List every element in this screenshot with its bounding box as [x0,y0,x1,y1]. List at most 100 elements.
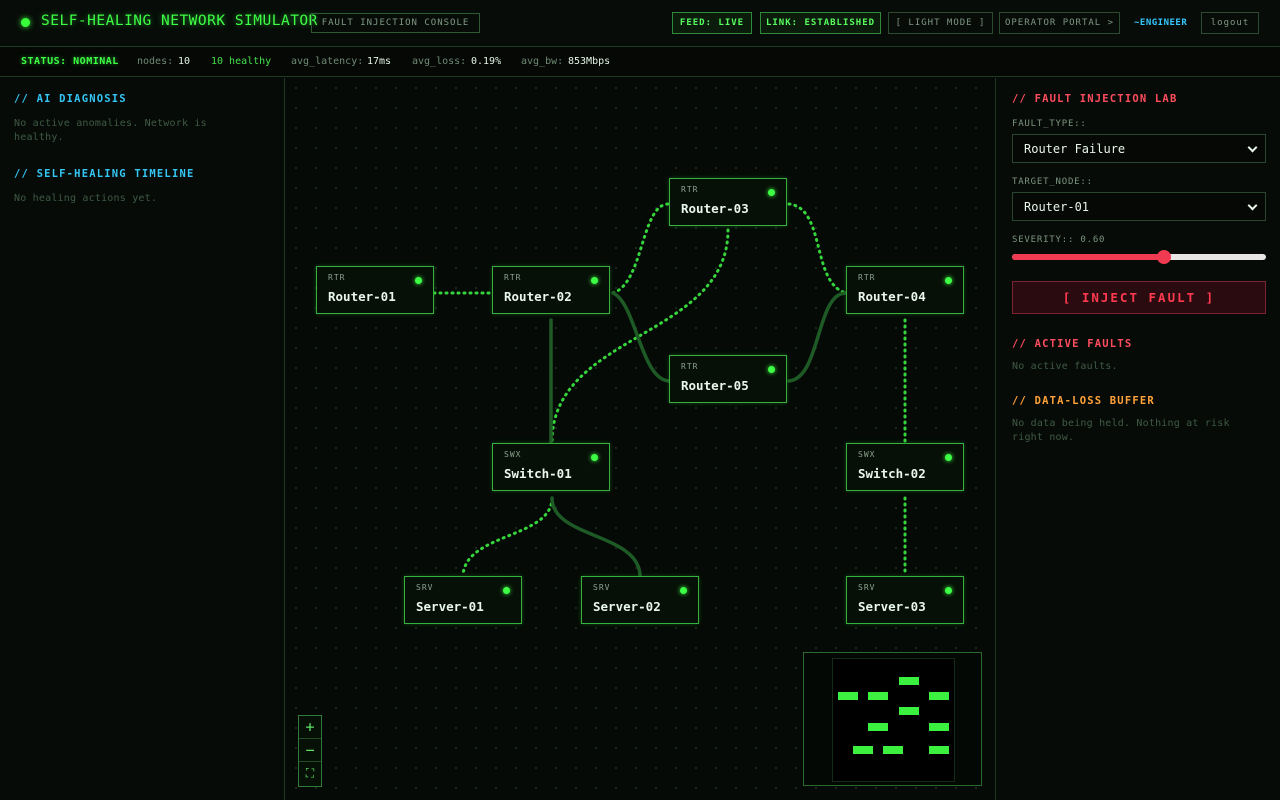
link-switch01-server01 [461,496,554,577]
node-server-03[interactable]: SRV Server-03 [846,576,964,624]
inject-fault-button[interactable]: [ INJECT FAULT ] [1012,281,1266,314]
health-dot-icon [415,277,422,284]
fault-type-select[interactable]: Router Failure [1012,134,1266,163]
node-name: Router-02 [504,289,572,304]
zoom-in-button[interactable]: + [299,716,321,739]
user-label: ~ENGINEER [1134,18,1188,28]
node-type: RTR [681,362,699,371]
zoom-controls: + − ⛶ [298,715,322,787]
node-type: RTR [681,185,699,194]
node-name: Server-01 [416,599,484,614]
node-type: RTR [328,273,346,282]
chevron-down-icon [1247,142,1258,153]
node-switch-01[interactable]: SWX Switch-01 [492,443,610,491]
node-name: Router-05 [681,378,749,393]
node-name: Server-02 [593,599,661,614]
node-name: Switch-02 [858,466,926,481]
node-name: Switch-01 [504,466,572,481]
bandwidth-value: 853Mbps [568,56,611,67]
minimap-node [929,723,949,731]
node-name: Server-03 [858,599,926,614]
link-status-button[interactable]: LINK: ESTABLISHED [760,12,881,34]
active-faults-title: // ACTIVE FAULTS [1012,338,1133,350]
node-type: SRV [416,583,434,592]
link-router05-router04 [787,291,848,383]
minimap-node [868,692,888,700]
data-loss-buffer-title: // DATA-LOSS BUFFER [1012,395,1155,407]
minimap-node [853,746,873,754]
minimap-node [838,692,858,700]
minimap-node [899,677,919,685]
feed-live-button[interactable]: FEED: LIVE [672,12,752,34]
health-dot-icon [503,587,510,594]
link-switch01-server02 [550,496,642,577]
health-dot-icon [945,277,952,284]
node-router-05[interactable]: RTR Router-05 [669,355,787,403]
node-router-01[interactable]: RTR Router-01 [316,266,434,314]
node-router-03[interactable]: RTR Router-03 [669,178,787,226]
target-node-label: TARGET_NODE:: [1012,177,1093,187]
node-router-02[interactable]: RTR Router-02 [492,266,610,314]
timeline-text: No healing actions yet. [14,193,158,204]
health-dot-icon [591,454,598,461]
link-router02-router03 [611,202,671,295]
health-dot-icon [768,366,775,373]
node-server-02[interactable]: SRV Server-02 [581,576,699,624]
status-led-icon [21,18,30,27]
node-type: RTR [504,273,522,282]
node-router-04[interactable]: RTR Router-04 [846,266,964,314]
left-panel: // AI DIAGNOSIS No active anomalies. Net… [0,78,285,800]
health-dot-icon [768,189,775,196]
chevron-down-icon [1247,200,1258,211]
loss-value: 0.19% [471,56,502,67]
status-indicator: STATUS: NOMINAL [21,56,119,67]
latency-label: avg_latency: [291,56,364,67]
data-loss-buffer-text: No data being held. Nothing at risk righ… [1012,418,1230,443]
link-router03-router04 [787,202,848,295]
health-dot-icon [680,587,687,594]
zoom-out-button[interactable]: − [299,739,321,762]
minimap-node [883,746,903,754]
fit-view-button[interactable]: ⛶ [299,762,321,785]
healthy-count: 10 healthy [211,56,272,67]
nodes-value: 10 [178,56,191,67]
console-tag: FAULT INJECTION CONSOLE [311,13,480,33]
minimap-node [868,723,888,731]
node-type: RTR [858,273,876,282]
node-server-01[interactable]: SRV Server-01 [404,576,522,624]
node-switch-02[interactable]: SWX Switch-02 [846,443,964,491]
fault-type-label: FAULT_TYPE:: [1012,119,1087,129]
ai-diagnosis-title: // AI DIAGNOSIS [14,93,127,105]
loss-label: avg_loss: [412,56,467,67]
operator-portal-button[interactable]: OPERATOR PORTAL > [999,12,1120,34]
node-type: SRV [593,583,611,592]
bandwidth-label: avg_bw: [521,56,564,67]
node-name: Router-01 [328,289,396,304]
logout-button[interactable]: logout [1201,12,1259,34]
latency-value: 17ms [367,56,392,67]
link-router02-router05 [611,291,671,383]
severity-slider[interactable] [1012,254,1266,260]
node-type: SWX [858,450,876,459]
node-type: SRV [858,583,876,592]
minimap-viewport[interactable] [832,658,955,782]
minimap-node [899,707,919,715]
health-dot-icon [945,454,952,461]
fault-type-value: Router Failure [1024,141,1126,156]
status-bar: STATUS: NOMINAL nodes: 10 10 healthy avg… [0,47,1280,77]
ai-diagnosis-text: No active anomalies. Network is healthy. [14,118,207,143]
minimap[interactable] [803,652,982,786]
target-node-select[interactable]: Router-01 [1012,192,1266,221]
topology-canvas[interactable]: RTR Router-01 RTR Router-02 RTR Router-0… [286,78,995,800]
right-panel: // FAULT INJECTION LAB FAULT_TYPE:: Rout… [995,78,1280,800]
severity-slider-fill [1012,254,1165,260]
fault-lab-title: // FAULT INJECTION LAB [1012,93,1178,105]
severity-label: SEVERITY:: 0.60 [1012,235,1106,245]
node-type: SWX [504,450,522,459]
health-dot-icon [591,277,598,284]
severity-slider-thumb[interactable] [1157,250,1172,264]
light-mode-button[interactable]: [ LIGHT MODE ] [888,12,993,34]
active-faults-text: No active faults. [1012,361,1118,372]
node-name: Router-04 [858,289,926,304]
link-router03-switch01 [550,228,730,444]
